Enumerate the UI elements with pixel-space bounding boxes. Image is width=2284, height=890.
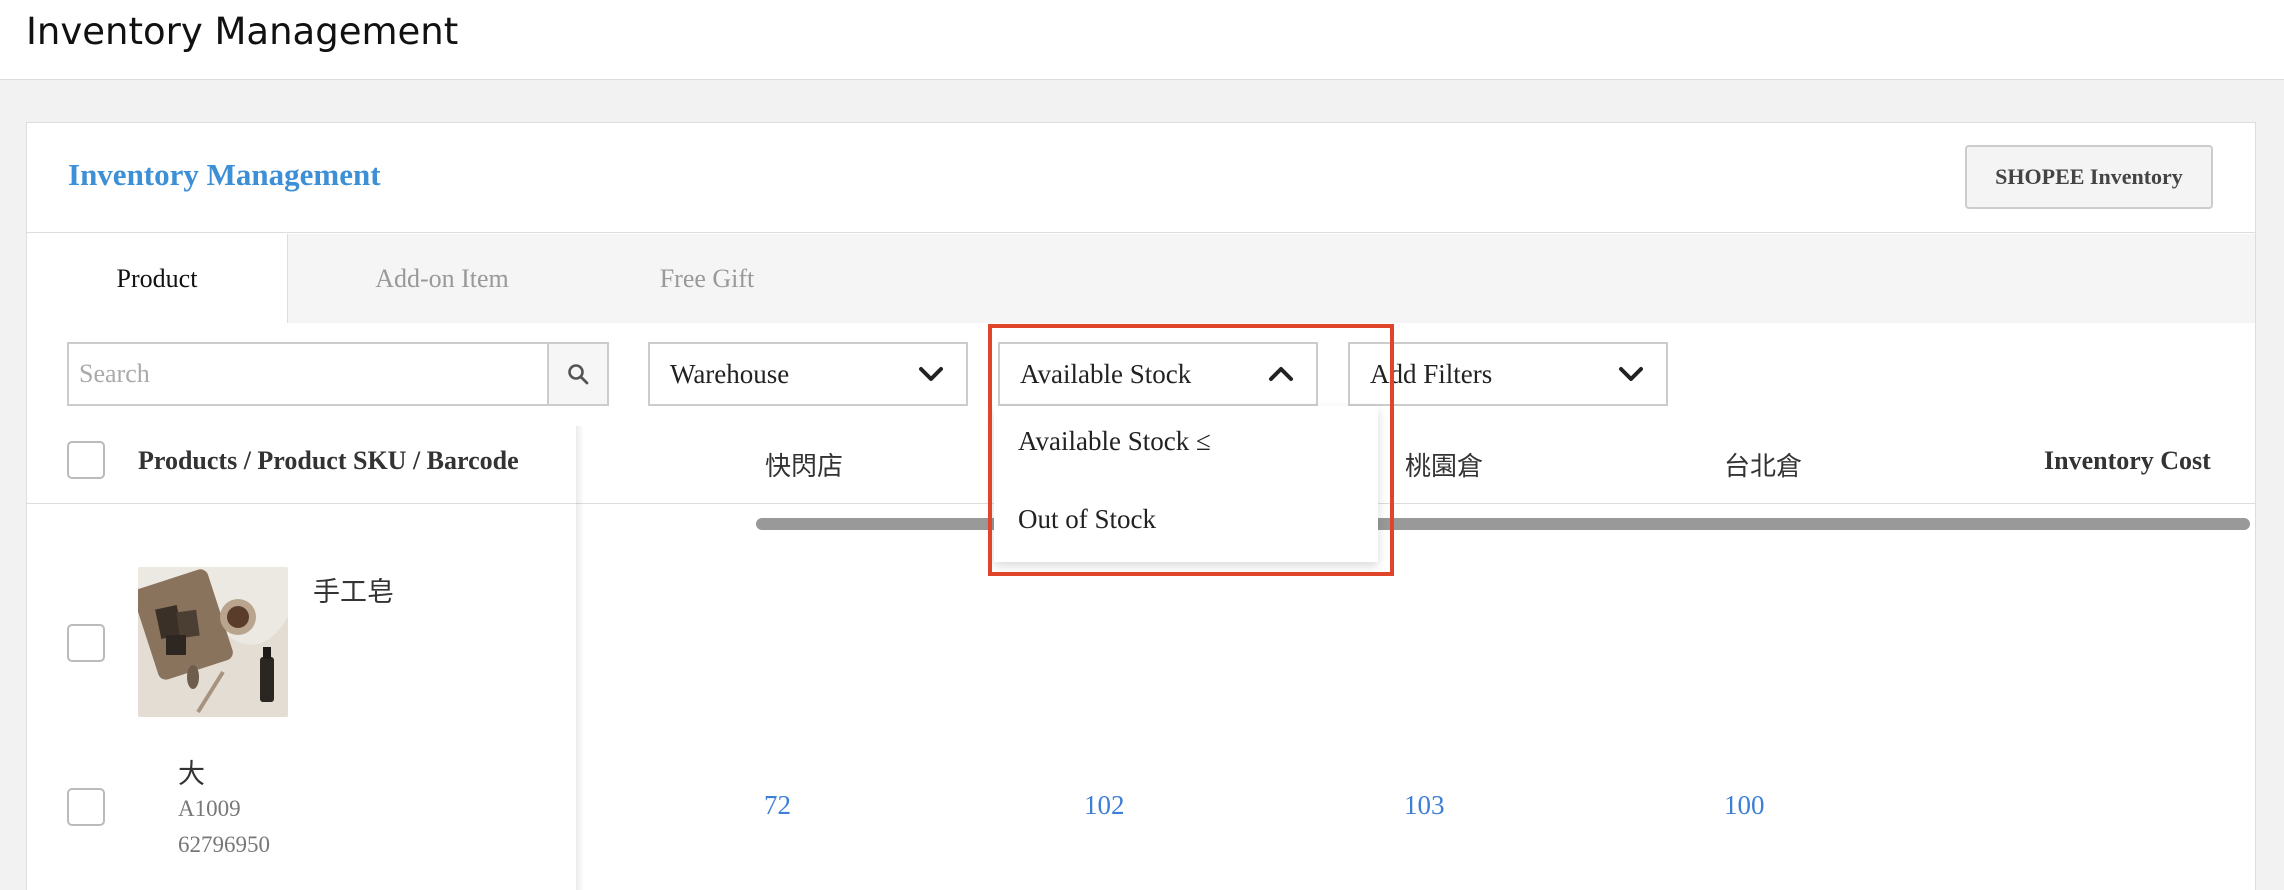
warehouse-select-label: Warehouse	[670, 358, 790, 389]
product-row-checkbox[interactable]	[67, 624, 105, 662]
variant-barcode: 62796950	[178, 832, 270, 857]
chevron-down-icon	[1619, 367, 1643, 381]
column-header-taoyuan: 桃園倉	[1405, 452, 1484, 481]
available-stock-dropdown: Available Stock ≤ Out of Stock	[994, 406, 1378, 562]
variant-sku: A1009	[178, 796, 241, 821]
available-stock-select[interactable]: Available Stock	[998, 342, 1318, 406]
column-header-taipei: 台北倉	[1724, 452, 1803, 481]
column-header-flash-store: 快閃店	[765, 452, 844, 481]
search-button[interactable]	[547, 342, 609, 406]
add-filters-select-label: Add Filters	[1370, 358, 1493, 389]
shopee-inventory-button[interactable]: SHOPEE Inventory	[1965, 145, 2213, 209]
frozen-column-shadow	[576, 426, 584, 890]
column-header-product: Products / Product SKU / Barcode	[138, 446, 519, 475]
stock-value-taipei[interactable]: 100	[1724, 790, 1765, 821]
top-bar: Inventory Management	[0, 0, 2284, 80]
chevron-down-icon	[919, 367, 943, 381]
dropdown-item-available-stock-le[interactable]: Available Stock ≤	[1018, 426, 1211, 457]
product-name: 手工皂	[313, 577, 394, 608]
available-stock-select-label: Available Stock	[1020, 358, 1192, 389]
tab-add-on-item[interactable]: Add-on Item	[317, 234, 567, 323]
stock-value-warehouse-2[interactable]: 102	[1084, 790, 1125, 821]
stock-value-flash-store[interactable]: 72	[764, 790, 791, 821]
card-header: Inventory Management SHOPEE Inventory	[27, 123, 2255, 233]
variant-row-checkbox[interactable]	[67, 788, 105, 826]
chevron-up-icon	[1269, 367, 1293, 381]
dropdown-item-out-of-stock[interactable]: Out of Stock	[1018, 504, 1156, 535]
stock-value-taoyuan[interactable]: 103	[1404, 790, 1445, 821]
search-box	[67, 342, 609, 406]
page-title: Inventory Management	[26, 10, 459, 53]
add-filters-select[interactable]: Add Filters	[1348, 342, 1668, 406]
card-title: Inventory Management	[68, 157, 381, 192]
search-input[interactable]	[67, 342, 547, 406]
search-icon	[568, 364, 589, 385]
product-image	[138, 567, 288, 717]
warehouse-select[interactable]: Warehouse	[648, 342, 968, 406]
select-all-checkbox[interactable]	[67, 441, 105, 479]
variant-name: 大	[178, 759, 205, 790]
horizontal-scrollbar[interactable]	[756, 518, 2250, 530]
tab-product[interactable]: Product	[27, 234, 288, 323]
tab-free-gift[interactable]: Free Gift	[597, 234, 817, 323]
column-header-inventory-cost: Inventory Cost	[2044, 446, 2211, 475]
tab-bar: Product Add-on Item Free Gift	[27, 234, 2255, 323]
